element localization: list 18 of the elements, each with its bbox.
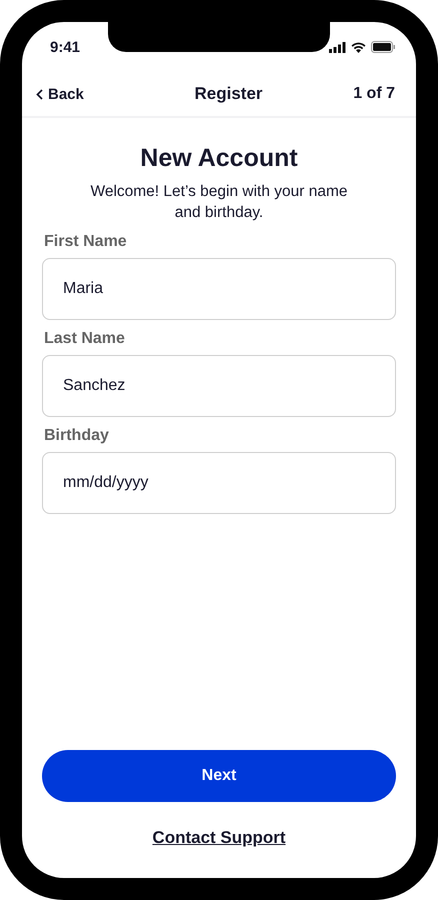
battery-icon bbox=[371, 41, 396, 53]
next-button[interactable]: Next bbox=[42, 750, 396, 802]
back-button[interactable]: Back bbox=[36, 86, 84, 102]
field-label: Birthday bbox=[43, 427, 110, 445]
input-field[interactable]: Sanchez bbox=[42, 355, 396, 417]
screen-title: Register bbox=[194, 84, 263, 104]
step-counter: 1 of 7 bbox=[353, 85, 395, 103]
wifi-icon bbox=[351, 42, 366, 52]
input-field[interactable]: mm/dd/yyyy bbox=[42, 452, 396, 514]
signal-icon bbox=[329, 42, 346, 52]
contact-support-link[interactable]: Contact Support bbox=[152, 828, 286, 848]
subtitle-text: Welcome! Let’s begin with your name and birthday. bbox=[89, 182, 349, 223]
field-label: Last Name bbox=[43, 330, 126, 348]
status-time: 9:41 bbox=[50, 38, 80, 56]
chevron-left-icon bbox=[36, 88, 43, 100]
field-label: First Name bbox=[43, 233, 128, 251]
input-field[interactable]: Maria bbox=[42, 258, 396, 320]
page-heading: New Account bbox=[139, 144, 299, 173]
